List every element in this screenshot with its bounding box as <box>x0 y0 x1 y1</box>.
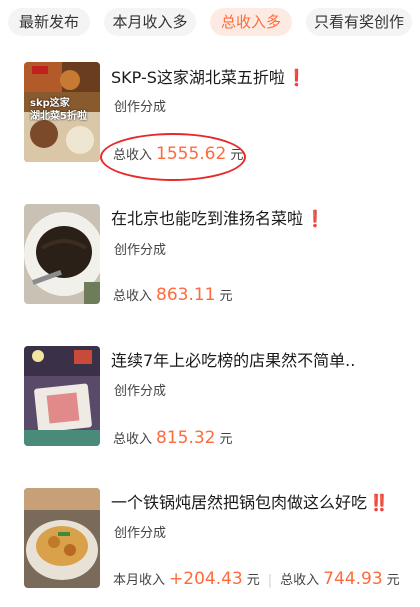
tab-total-income[interactable]: 总收入多 <box>210 8 292 36</box>
tab-award-only[interactable]: 只看有奖创作 <box>306 8 412 36</box>
category-tag: 创作分成 <box>114 100 167 115</box>
income-row: 总收入 815.32 元 <box>113 428 233 448</box>
exclamation-icon: ❗ <box>286 68 307 87</box>
thumbnail-image <box>24 204 100 304</box>
tab-latest[interactable]: 最新发布 <box>8 8 90 36</box>
filter-tabs: 最新发布 本月收入多 总收入多 只看有奖创作 <box>0 0 420 42</box>
thumbnail-image: skp这家 湖北菜5折啦 <box>24 62 100 162</box>
currency-unit: 元 <box>246 573 260 588</box>
currency-unit: 元 <box>386 573 400 588</box>
annotation-circle <box>100 133 246 181</box>
thumbnail-image <box>24 488 100 588</box>
divider: | <box>267 573 273 588</box>
monthly-income-amount: +204.43 <box>169 569 243 589</box>
total-income-amount: 744.93 <box>323 569 383 589</box>
total-income-label: 总收入 <box>113 432 153 447</box>
thumbnail-image <box>24 346 100 446</box>
monthly-income-label: 本月收入 <box>113 573 166 588</box>
currency-unit: 元 <box>219 432 233 447</box>
total-income-label: 总收入 <box>280 573 320 588</box>
tab-monthly-income[interactable]: 本月收入多 <box>104 8 196 36</box>
exclamation-icon: ❗ <box>305 209 325 228</box>
total-income-label: 总收入 <box>113 289 153 304</box>
double-exclamation-icon: ‼️ <box>369 493 389 512</box>
total-income-amount: 863.11 <box>156 285 216 305</box>
item-title[interactable]: SKP-S这家湖北菜五折啦 ❗ <box>111 64 307 88</box>
thumb-caption: 湖北菜5折啦 <box>30 111 87 122</box>
category-tag: 创作分成 <box>114 243 167 258</box>
item-title[interactable]: 连续7年上必吃榜的店果然不简单.. <box>111 347 355 371</box>
category-tag: 创作分成 <box>114 384 167 399</box>
income-row: 总收入 863.11 元 <box>113 285 233 305</box>
item-title[interactable]: 在北京也能吃到淮扬名菜啦 ❗ <box>111 205 325 229</box>
item-title[interactable]: 一个铁锅炖居然把锅包肉做这么好吃 ‼️ <box>111 489 389 513</box>
category-tag: 创作分成 <box>114 526 167 541</box>
income-row: 本月收入 +204.43 元 | 总收入 744.93 元 <box>113 569 400 589</box>
total-income-amount: 815.32 <box>156 428 216 448</box>
currency-unit: 元 <box>219 289 233 304</box>
